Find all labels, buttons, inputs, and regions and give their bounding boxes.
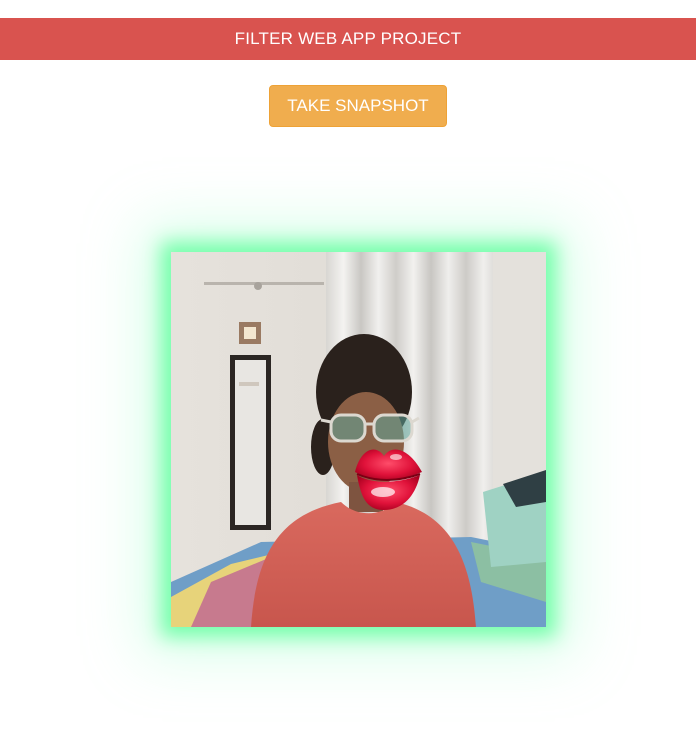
app-title: FILTER WEB APP PROJECT <box>234 29 462 48</box>
webcam-feed <box>171 252 546 627</box>
webcam-image <box>171 252 546 627</box>
take-snapshot-button[interactable]: TAKE SNAPSHOT <box>269 85 447 127</box>
page: FILTER WEB APP PROJECT TAKE SNAPSHOT <box>0 0 696 742</box>
app-header: FILTER WEB APP PROJECT <box>0 18 696 60</box>
